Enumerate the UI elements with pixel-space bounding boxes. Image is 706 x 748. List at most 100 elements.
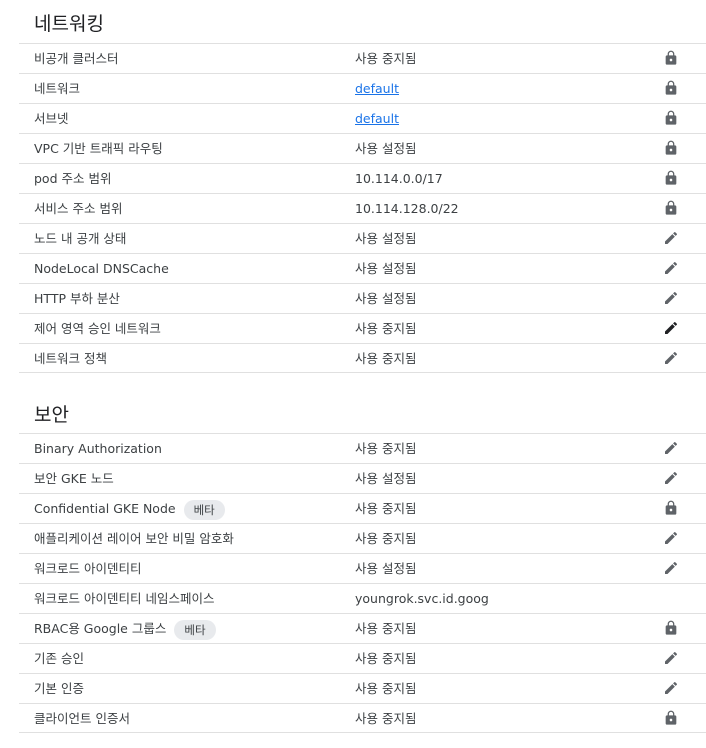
row-label-text: 워크로드 아이덴티티 네임스페이스 <box>34 591 215 606</box>
detail-row: 보안 GKE 노드 사용 설정됨 <box>19 463 706 493</box>
row-label-text: Confidential GKE Node <box>34 501 176 516</box>
row-label: 기본 인증 <box>34 674 84 703</box>
row-label: 기존 승인 <box>34 644 84 673</box>
detail-row: HTTP 부하 분산 사용 설정됨 <box>19 283 706 313</box>
row-label-text: 노드 내 공개 상태 <box>34 231 127 246</box>
security-rows: Binary Authorization 사용 중지됨 보안 GKE 노드 사용 설정… <box>19 433 706 733</box>
lock-icon <box>663 200 679 216</box>
row-label: 제어 영역 승인 네트워크 <box>34 314 161 343</box>
row-label-text: 기존 승인 <box>34 651 84 666</box>
row-label: 보안 GKE 노드 <box>34 464 114 493</box>
edit-icon[interactable] <box>663 530 679 546</box>
row-label: 노드 내 공개 상태 <box>34 224 126 253</box>
row-value-link[interactable]: default <box>355 111 399 126</box>
edit-icon[interactable] <box>663 290 679 306</box>
row-value: 사용 중지됨 <box>355 681 417 696</box>
detail-row: Binary Authorization 사용 중지됨 <box>19 433 706 463</box>
row-value: 사용 설정됨 <box>355 471 417 486</box>
detail-row: 워크로드 아이덴티티 사용 설정됨 <box>19 553 706 583</box>
detail-row: 클라이언트 인증서 사용 중지됨 <box>19 703 706 733</box>
detail-row: 비공개 클러스터 사용 중지됨 <box>19 43 706 73</box>
row-label: 네트워크 정책 <box>34 344 107 373</box>
row-label-text: RBAC용 Google 그룹스 <box>34 621 167 636</box>
row-label-text: 기본 인증 <box>34 681 84 696</box>
row-label: pod 주소 범위 <box>34 164 111 193</box>
beta-badge: 베타 <box>174 619 216 640</box>
row-value: 사용 중지됨 <box>355 351 417 366</box>
detail-row: 노드 내 공개 상태 사용 설정됨 <box>19 223 706 253</box>
edit-icon[interactable] <box>663 230 679 246</box>
lock-icon <box>663 80 679 96</box>
row-label: HTTP 부하 분산 <box>34 284 120 313</box>
detail-row: NodeLocal DNSCache 사용 설정됨 <box>19 253 706 283</box>
detail-row: 기존 승인 사용 중지됨 <box>19 643 706 673</box>
detail-row: 네트워크 정책 사용 중지됨 <box>19 343 706 373</box>
row-label: 애플리케이션 레이어 보안 비밀 암호화 <box>34 524 234 553</box>
detail-row: 서브넷 default <box>19 103 706 133</box>
detail-row: pod 주소 범위 10.114.0.0/17 <box>19 163 706 193</box>
row-value: 사용 중지됨 <box>355 651 417 666</box>
detail-row: VPC 기반 트래픽 라우팅 사용 설정됨 <box>19 133 706 163</box>
row-label-text: 애플리케이션 레이어 보안 비밀 암호화 <box>34 531 234 546</box>
detail-row: 서비스 주소 범위 10.114.128.0/22 <box>19 193 706 223</box>
row-label-text: 서브넷 <box>34 111 69 126</box>
row-label: Binary Authorization <box>34 434 162 463</box>
edit-icon[interactable] <box>663 560 679 576</box>
row-value: youngrok.svc.id.goog <box>355 591 489 606</box>
row-label-text: pod 주소 범위 <box>34 171 112 186</box>
detail-row: 네트워크 default <box>19 73 706 103</box>
lock-icon <box>663 110 679 126</box>
row-label-text: 네트워크 정책 <box>34 351 107 366</box>
row-value-link[interactable]: default <box>355 81 399 96</box>
row-label-text: Binary Authorization <box>34 441 162 456</box>
row-label: 네트워크 <box>34 74 80 103</box>
row-label: 워크로드 아이덴티티 네임스페이스 <box>34 584 214 613</box>
row-value: default <box>355 104 399 133</box>
row-value: 10.114.0.0/17 <box>355 171 443 186</box>
row-value: 사용 설정됨 <box>355 141 417 156</box>
row-label: 클라이언트 인증서 <box>34 704 130 733</box>
row-label-text: 서비스 주소 범위 <box>34 201 123 216</box>
beta-badge: 베타 <box>183 499 225 520</box>
row-label-text: VPC 기반 트래픽 라우팅 <box>34 141 163 156</box>
row-label-text: 워크로드 아이덴티티 <box>34 561 142 576</box>
lock-icon <box>663 710 679 726</box>
row-value: 사용 설정됨 <box>355 261 417 276</box>
edit-icon[interactable] <box>663 440 679 456</box>
row-value: 사용 중지됨 <box>355 711 417 726</box>
row-label: 워크로드 아이덴티티 <box>34 554 141 583</box>
edit-icon[interactable] <box>663 680 679 696</box>
row-label: 서브넷 <box>34 104 69 133</box>
row-label: 서비스 주소 범위 <box>34 194 122 223</box>
row-value: 사용 중지됨 <box>355 621 417 636</box>
edit-icon[interactable] <box>663 650 679 666</box>
detail-row: 워크로드 아이덴티티 네임스페이스 youngrok.svc.id.goog <box>19 583 706 613</box>
edit-icon[interactable] <box>663 260 679 276</box>
row-label-text: 네트워크 <box>34 81 81 96</box>
row-value: 사용 중지됨 <box>355 501 417 516</box>
row-value: 사용 설정됨 <box>355 561 417 576</box>
lock-icon <box>663 620 679 636</box>
edit-icon[interactable] <box>663 470 679 486</box>
lock-icon <box>663 500 679 516</box>
edit-icon[interactable] <box>663 320 679 336</box>
lock-icon <box>663 170 679 186</box>
row-value: 사용 중지됨 <box>355 321 417 336</box>
row-label-text: 비공개 클러스터 <box>34 51 119 66</box>
row-label-text: 보안 GKE 노드 <box>34 471 114 486</box>
row-value: 사용 중지됨 <box>355 51 417 66</box>
detail-row: 제어 영역 승인 네트워크 사용 중지됨 <box>19 313 706 343</box>
lock-icon <box>663 50 679 66</box>
networking-rows: 비공개 클러스터 사용 중지됨 네트워크 default 서브넷 default VPC 기… <box>19 43 706 373</box>
row-label: Confidential GKE Node 베타 <box>34 494 225 523</box>
row-label-text: 클라이언트 인증서 <box>34 711 130 726</box>
row-label-text: NodeLocal DNSCache <box>34 261 169 276</box>
detail-row: 기본 인증 사용 중지됨 <box>19 673 706 703</box>
row-label: NodeLocal DNSCache <box>34 254 169 283</box>
row-label: VPC 기반 트래픽 라우팅 <box>34 134 163 163</box>
networking-section-title: 네트워킹 <box>34 13 104 35</box>
row-value: 사용 중지됨 <box>355 531 417 546</box>
edit-icon[interactable] <box>663 350 679 366</box>
row-value: 사용 중지됨 <box>355 441 417 456</box>
cluster-details-page: 네트워킹 비공개 클러스터 사용 중지됨 네트워크 default 서브넷 default… <box>0 0 706 748</box>
